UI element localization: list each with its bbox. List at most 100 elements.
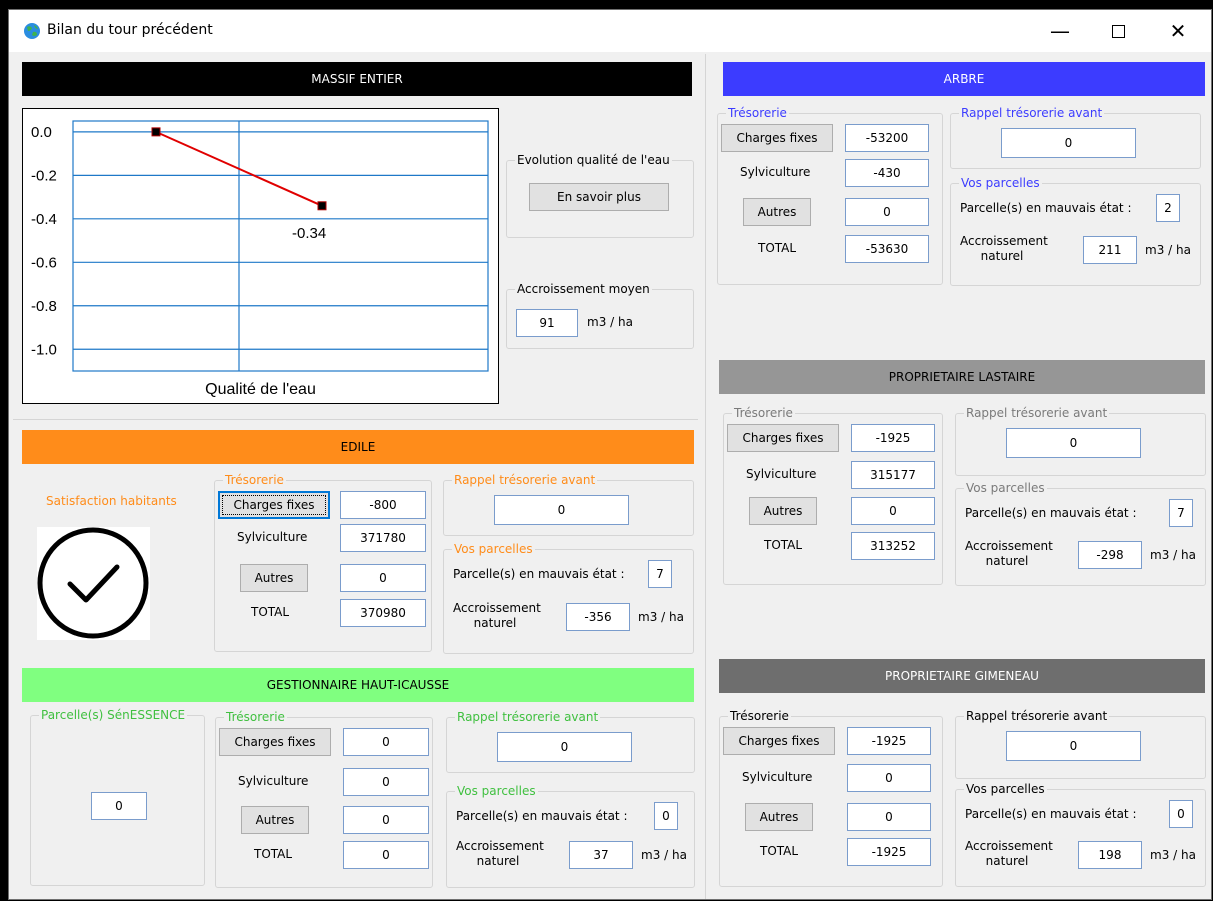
rappel-label: Rappel trésorerie avant xyxy=(964,709,1110,723)
rappel-label: Rappel trésorerie avant xyxy=(959,106,1105,120)
mauvais-etat-value: 2 xyxy=(1156,194,1180,222)
charges-fixes-button[interactable]: Charges fixes xyxy=(727,424,839,452)
sylviculture-value: 0 xyxy=(343,768,429,796)
senessence-label: Parcelle(s) SénESSENCE xyxy=(39,708,188,722)
lastaire-banner: PROPRIETAIRE LASTAIRE xyxy=(719,360,1205,394)
accroissement-moyen-group: Accroissement moyen 91 m3 / ha xyxy=(506,282,694,349)
accroissement-value: 211 xyxy=(1083,236,1137,264)
minimize-button[interactable]: — xyxy=(1037,10,1083,52)
unit-label: m3 / ha xyxy=(1150,848,1196,862)
mauvais-etat-label: Parcelle(s) en mauvais état : xyxy=(453,567,625,581)
autres-button[interactable]: Autres xyxy=(241,806,309,834)
satisfaction-icon-box xyxy=(37,527,150,640)
autres-value: 0 xyxy=(343,806,429,834)
total-label: TOTAL xyxy=(764,538,803,552)
parcelles-label: Vos parcelles xyxy=(964,782,1047,796)
charges-fixes-value: -1925 xyxy=(851,424,935,452)
accroissement-value: 198 xyxy=(1078,841,1142,869)
mauvais-etat-value: 0 xyxy=(654,802,678,830)
charges-fixes-button[interactable]: Charges fixes xyxy=(721,124,833,152)
rappel-label: Rappel trésorerie avant xyxy=(455,710,601,724)
globe-app-icon xyxy=(24,23,40,39)
parcelles-label: Vos parcelles xyxy=(964,481,1047,495)
evolution-label: Evolution qualité de l'eau xyxy=(515,153,672,167)
divider xyxy=(13,419,698,420)
check-circle-icon xyxy=(37,527,149,639)
autres-button[interactable]: Autres xyxy=(749,497,817,525)
senessence-group: Parcelle(s) SénESSENCE 0 xyxy=(30,708,205,886)
rappel-group: Rappel trésorerie avant 0 xyxy=(446,710,695,773)
accroissement-value: -298 xyxy=(1078,541,1142,569)
parcelles-label: Vos parcelles xyxy=(959,176,1042,190)
rappel-value: 0 xyxy=(1006,731,1141,761)
tresorerie-group: Trésorerie Charges fixes -800 Sylvicultu… xyxy=(214,473,432,652)
accroissement-moyen-value: 91 xyxy=(516,309,578,337)
water-quality-chart: 0.0 -0.2 -0.4 -0.6 -0.8 -1.0 -0.34 Qualité de … xyxy=(22,108,499,404)
window-title: Bilan du tour précédent xyxy=(47,22,213,38)
arbre-banner: ARBRE xyxy=(723,62,1205,96)
y-tick-label: -0.6 xyxy=(31,254,57,271)
sylviculture-label: Sylviculture xyxy=(746,467,817,481)
sylviculture-label: Sylviculture xyxy=(237,530,308,544)
charges-fixes-button[interactable]: Charges fixes xyxy=(219,728,331,756)
rappel-group: Rappel trésorerie avant 0 xyxy=(955,406,1206,476)
unit-label: m3 / ha xyxy=(641,848,687,862)
accroissement-label: Accroissement naturel xyxy=(965,539,1053,568)
charges-fixes-value: -800 xyxy=(340,491,426,519)
total-value: -1925 xyxy=(847,838,931,866)
charges-fixes-button[interactable]: Charges fixes xyxy=(218,491,330,519)
unit-label: m3 / ha xyxy=(638,610,684,624)
tresorerie-label: Trésorerie xyxy=(224,710,287,724)
accroissement-value: 37 xyxy=(569,841,633,869)
senessence-value: 0 xyxy=(91,792,147,820)
autres-value: 0 xyxy=(340,564,426,592)
sylviculture-value: -430 xyxy=(845,159,929,187)
autres-button[interactable]: Autres xyxy=(240,564,308,592)
accroissement-label: Accroissement naturel xyxy=(965,839,1053,868)
rappel-group: Rappel trésorerie avant 0 xyxy=(955,709,1206,779)
edile-banner: EDILE xyxy=(22,430,694,464)
autres-button[interactable]: Autres xyxy=(743,198,811,226)
sylviculture-value: 0 xyxy=(847,764,931,792)
y-tick-label: -0.2 xyxy=(31,167,57,184)
sylviculture-label: Sylviculture xyxy=(740,165,811,179)
parcelles-label: Vos parcelles xyxy=(452,542,535,556)
total-value: 370980 xyxy=(340,599,426,627)
total-label: TOTAL xyxy=(254,847,293,861)
close-button[interactable]: ✕ xyxy=(1155,10,1201,52)
parcelles-group: Vos parcelles Parcelle(s) en mauvais éta… xyxy=(955,782,1206,887)
rappel-value: 0 xyxy=(497,732,632,762)
total-label: TOTAL xyxy=(251,605,290,619)
data-label: -0.34 xyxy=(292,225,326,242)
rappel-value: 0 xyxy=(494,495,629,525)
tresorerie-group: Trésorerie Charges fixes 0 Sylviculture … xyxy=(215,710,433,888)
unit-label: m3 / ha xyxy=(1145,243,1191,257)
accroissement-label: Accroissement naturel xyxy=(453,601,541,630)
more-info-button[interactable]: En savoir plus xyxy=(529,183,669,211)
autres-button[interactable]: Autres xyxy=(745,803,813,831)
rappel-label: Rappel trésorerie avant xyxy=(964,406,1110,420)
rappel-group: Rappel trésorerie avant 0 xyxy=(950,106,1201,169)
tresorerie-label: Trésorerie xyxy=(732,406,795,420)
parcelles-group: Vos parcelles Parcelle(s) en mauvais éta… xyxy=(955,481,1206,586)
accroissement-label: Accroissement naturel xyxy=(456,839,544,868)
y-tick-label: 0.0 xyxy=(31,124,52,141)
parcelles-group: Vos parcelles Parcelle(s) en mauvais éta… xyxy=(446,784,695,888)
charges-fixes-button[interactable]: Charges fixes xyxy=(723,727,835,755)
unit-label: m3 / ha xyxy=(1150,548,1196,562)
chart-plot: 0.0 -0.2 -0.4 -0.6 -0.8 -1.0 -0.34 xyxy=(31,120,489,372)
accroissement-value: -356 xyxy=(566,603,630,631)
sylviculture-label: Sylviculture xyxy=(742,770,813,784)
autres-value: 0 xyxy=(845,198,929,226)
evolution-group: Evolution qualité de l'eau En savoir plu… xyxy=(506,153,694,238)
total-label: TOTAL xyxy=(758,241,797,255)
tresorerie-label: Trésorerie xyxy=(728,709,791,723)
y-tick-label: -0.4 xyxy=(31,211,57,228)
maximize-button[interactable] xyxy=(1095,10,1141,52)
plot-frame xyxy=(72,120,489,372)
rappel-label: Rappel trésorerie avant xyxy=(452,473,598,487)
sylviculture-label: Sylviculture xyxy=(238,774,309,788)
mauvais-etat-label: Parcelle(s) en mauvais état : xyxy=(965,807,1137,821)
total-label: TOTAL xyxy=(760,844,799,858)
massif-banner: MASSIF ENTIER xyxy=(22,62,692,96)
